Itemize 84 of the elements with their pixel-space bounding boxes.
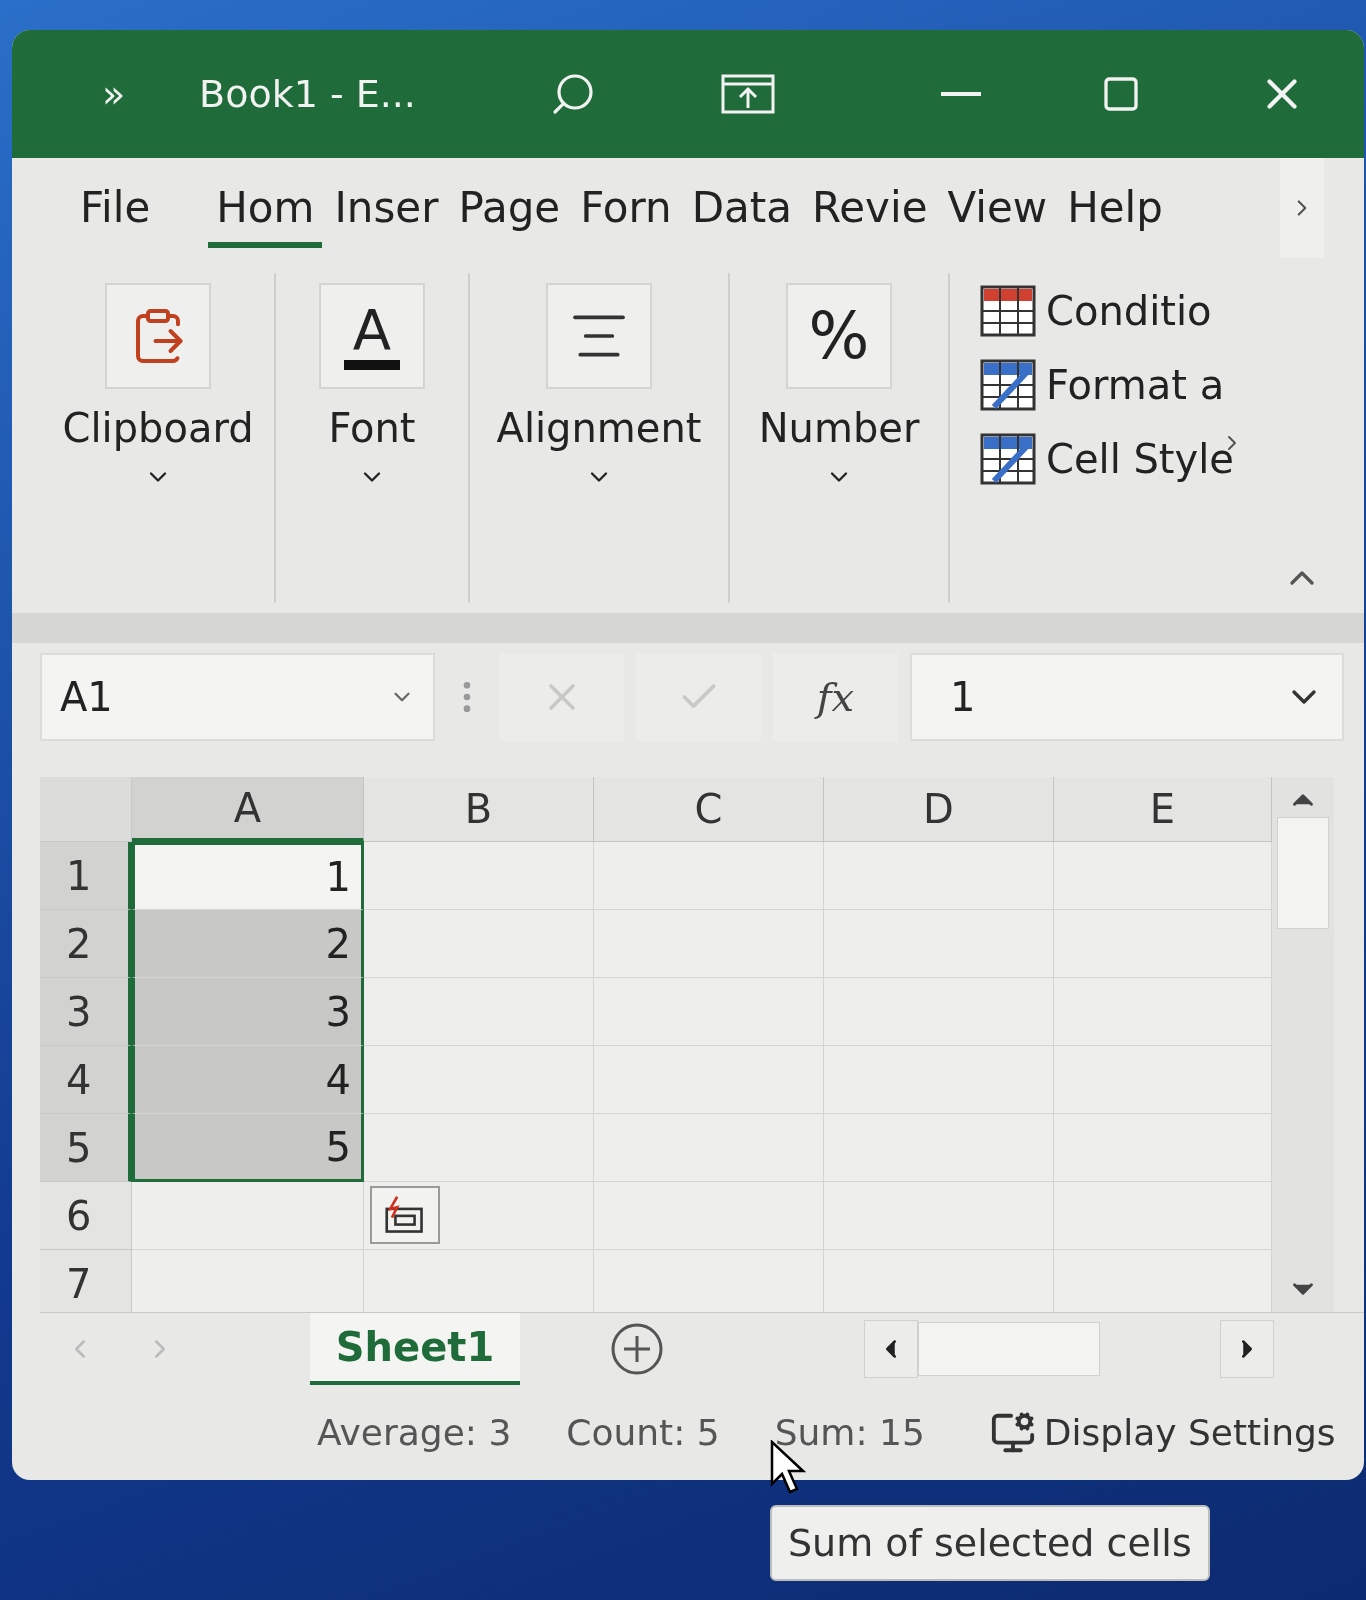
sheet-tab[interactable]: Sheet1 xyxy=(310,1313,520,1385)
overflow-glyph[interactable]: » xyxy=(102,72,200,116)
ribbon-tab[interactable]: Help xyxy=(1059,183,1171,248)
table-cell[interactable] xyxy=(364,1114,594,1182)
table-cell[interactable] xyxy=(594,1114,824,1182)
insert-function-button[interactable]: fx xyxy=(773,653,898,741)
table-cell[interactable] xyxy=(824,1046,1054,1114)
status-summary: Count: 5 xyxy=(566,1412,720,1453)
formula-input[interactable]: 1 xyxy=(910,653,1344,741)
row-header[interactable]: 2 xyxy=(40,910,132,978)
scroll-right-button[interactable] xyxy=(1220,1320,1274,1378)
ribbon-group-button[interactable]: % xyxy=(786,283,892,389)
styles-command[interactable]: Cell Style xyxy=(980,433,1234,485)
column-header[interactable]: D xyxy=(824,777,1054,842)
table-cell[interactable] xyxy=(594,978,824,1046)
row-header[interactable]: 4 xyxy=(40,1046,132,1114)
ribbon-tab[interactable]: Inser xyxy=(326,183,447,248)
status-summary: Sum: 15 xyxy=(774,1412,925,1453)
grid-icon xyxy=(980,285,1036,337)
table-cell[interactable] xyxy=(594,842,824,910)
table-cell[interactable] xyxy=(132,1182,364,1250)
cancel-button[interactable] xyxy=(499,653,624,741)
ribbon-group-label[interactable]: Number xyxy=(758,405,920,491)
table-cell[interactable] xyxy=(824,1182,1054,1250)
table-brush-icon xyxy=(980,433,1036,485)
styles-command[interactable]: Format a xyxy=(980,359,1234,411)
column-header[interactable]: C xyxy=(594,777,824,842)
row-header[interactable]: 1 xyxy=(40,842,132,910)
table-cell[interactable] xyxy=(364,910,594,978)
ribbon-tab[interactable]: File xyxy=(72,183,159,248)
table-cell[interactable] xyxy=(824,978,1054,1046)
column-header[interactable]: B xyxy=(364,777,594,842)
table-cell[interactable] xyxy=(824,842,1054,910)
percent-glyph: % xyxy=(808,304,870,368)
table-cell[interactable]: 5 xyxy=(132,1114,364,1182)
ribbon-tab[interactable]: Revie xyxy=(804,183,936,248)
minimize-icon xyxy=(941,92,982,96)
ribbon-group-button[interactable] xyxy=(546,283,652,389)
table-cell[interactable] xyxy=(364,978,594,1046)
row-header[interactable]: 6 xyxy=(40,1182,132,1250)
ribbon-tab[interactable]: Hom xyxy=(208,183,323,248)
table-cell[interactable] xyxy=(364,1046,594,1114)
row-header[interactable]: 3 xyxy=(40,978,132,1046)
ribbon-tab[interactable]: Data xyxy=(683,183,800,248)
table-cell[interactable] xyxy=(594,1046,824,1114)
window-upload-icon xyxy=(720,74,775,114)
table-cell[interactable] xyxy=(824,910,1054,978)
ribbon-tab[interactable]: View xyxy=(939,183,1056,248)
column-header[interactable]: E xyxy=(1054,777,1272,842)
ribbon-group-button[interactable]: A xyxy=(319,283,425,389)
table-cell[interactable]: 1 xyxy=(132,842,364,910)
window-title: Book1 - E... xyxy=(199,72,417,116)
row-header[interactable]: 7 xyxy=(40,1250,132,1312)
ribbon-group-label[interactable]: Alignment xyxy=(496,405,702,491)
row-header[interactable]: 5 xyxy=(40,1114,132,1182)
ribbon-tab[interactable]: Page xyxy=(450,183,569,248)
scroll-thumb[interactable] xyxy=(1277,817,1329,929)
select-all-corner[interactable] xyxy=(40,777,132,842)
table-cell[interactable]: 2 xyxy=(132,910,364,978)
table-cell[interactable] xyxy=(594,1182,824,1250)
table-cell[interactable] xyxy=(594,910,824,978)
table-cell[interactable]: 4 xyxy=(132,1046,364,1114)
name-box[interactable]: A1 xyxy=(40,653,435,741)
ribbon-group-label[interactable]: Clipboard xyxy=(62,405,254,491)
ribbon-group-label[interactable]: Font xyxy=(328,405,416,491)
scroll-thumb[interactable] xyxy=(918,1322,1100,1376)
font-color-bar xyxy=(344,360,400,370)
vertical-scrollbar[interactable] xyxy=(1272,777,1334,1312)
styles-command[interactable]: Conditio xyxy=(980,285,1234,337)
display-settings-button[interactable]: Display Settings xyxy=(989,1409,1336,1456)
table-cell[interactable] xyxy=(364,1182,594,1250)
table-cell[interactable]: 3 xyxy=(132,978,364,1046)
quick-analysis-button[interactable] xyxy=(370,1186,440,1244)
letter-glyph: A xyxy=(352,302,392,358)
ribbon-tab[interactable]: Forn xyxy=(572,183,680,248)
tooltip: Sum of selected cells xyxy=(770,1505,1210,1581)
table-brush-icon xyxy=(980,359,1036,411)
table-cell[interactable] xyxy=(824,1114,1054,1182)
plus-circle-icon xyxy=(610,1322,664,1376)
table-cell[interactable] xyxy=(364,842,594,910)
enter-button[interactable] xyxy=(636,653,761,741)
scroll-left-button[interactable] xyxy=(864,1320,918,1378)
status-summary: Average: 3 xyxy=(317,1412,512,1453)
column-header[interactable]: A xyxy=(132,777,364,842)
